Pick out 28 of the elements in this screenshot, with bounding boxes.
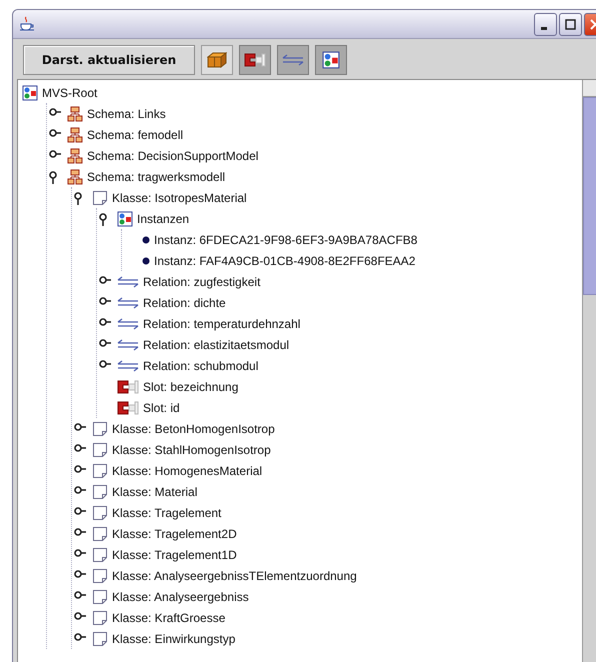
tree-item[interactable]: Klasse: KraftGroesse xyxy=(112,610,226,624)
tree-item[interactable]: Klasse: Analyseergebniss xyxy=(112,590,249,604)
tree-item[interactable]: Schema: DecisionSupportModel xyxy=(87,148,258,162)
tree-item[interactable]: MVS-Root xyxy=(42,86,98,100)
tree-item[interactable]: Relation: dichte xyxy=(143,296,226,310)
tree-item[interactable]: Slot: bezeichnung xyxy=(143,380,238,394)
tree-item[interactable]: Klasse: Einwirkungstyp xyxy=(112,632,236,646)
tree-item[interactable]: Klasse: BetonHomogenIsotrop xyxy=(112,422,275,436)
refresh-button[interactable]: Darst. aktualisieren xyxy=(23,45,195,75)
tree-item[interactable]: Klasse: AnalyseergebnissTElementzuordnung xyxy=(112,568,357,582)
tree-item[interactable]: Relation: temperaturdehnzahl xyxy=(143,316,300,330)
tree-item[interactable]: Klasse: HomogenesMaterial xyxy=(112,464,262,478)
tree-item[interactable]: Instanzen xyxy=(137,212,190,226)
tree-item[interactable]: Schema: Links xyxy=(87,106,166,120)
tree-item[interactable]: Relation: zugfestigkeit xyxy=(143,274,260,288)
tree-item[interactable]: Relation: elastizitaetsmodul xyxy=(143,338,290,352)
tree-item[interactable]: Slot: id xyxy=(143,400,180,414)
tree-item[interactable]: Klasse: Tragelement2D xyxy=(112,526,237,540)
tree-item[interactable]: Schema: femodell xyxy=(87,128,184,142)
tree-item[interactable]: Schema: tragwerksmodell xyxy=(87,170,226,184)
tree-item[interactable]: Klasse: Material xyxy=(112,484,198,498)
tree-item[interactable]: Instanz: 6FDECA21-9F98-6EF3-9A9BA78ACFB8 xyxy=(154,232,418,246)
tree-item[interactable]: Relation: schubmodul xyxy=(143,358,258,372)
tree-item[interactable]: Klasse: Tragelement1D xyxy=(112,548,237,562)
tree-item[interactable]: Instanz: FAF4A9CB-01CB-4908-8E2FF68FEAA2 xyxy=(154,254,416,268)
tree-item[interactable]: Klasse: Tragelement xyxy=(112,506,222,520)
tree-item[interactable]: Klasse: StahlHomogenIsotrop xyxy=(112,442,271,456)
tree-item[interactable]: Klasse: IsotropesMaterial xyxy=(112,190,247,204)
